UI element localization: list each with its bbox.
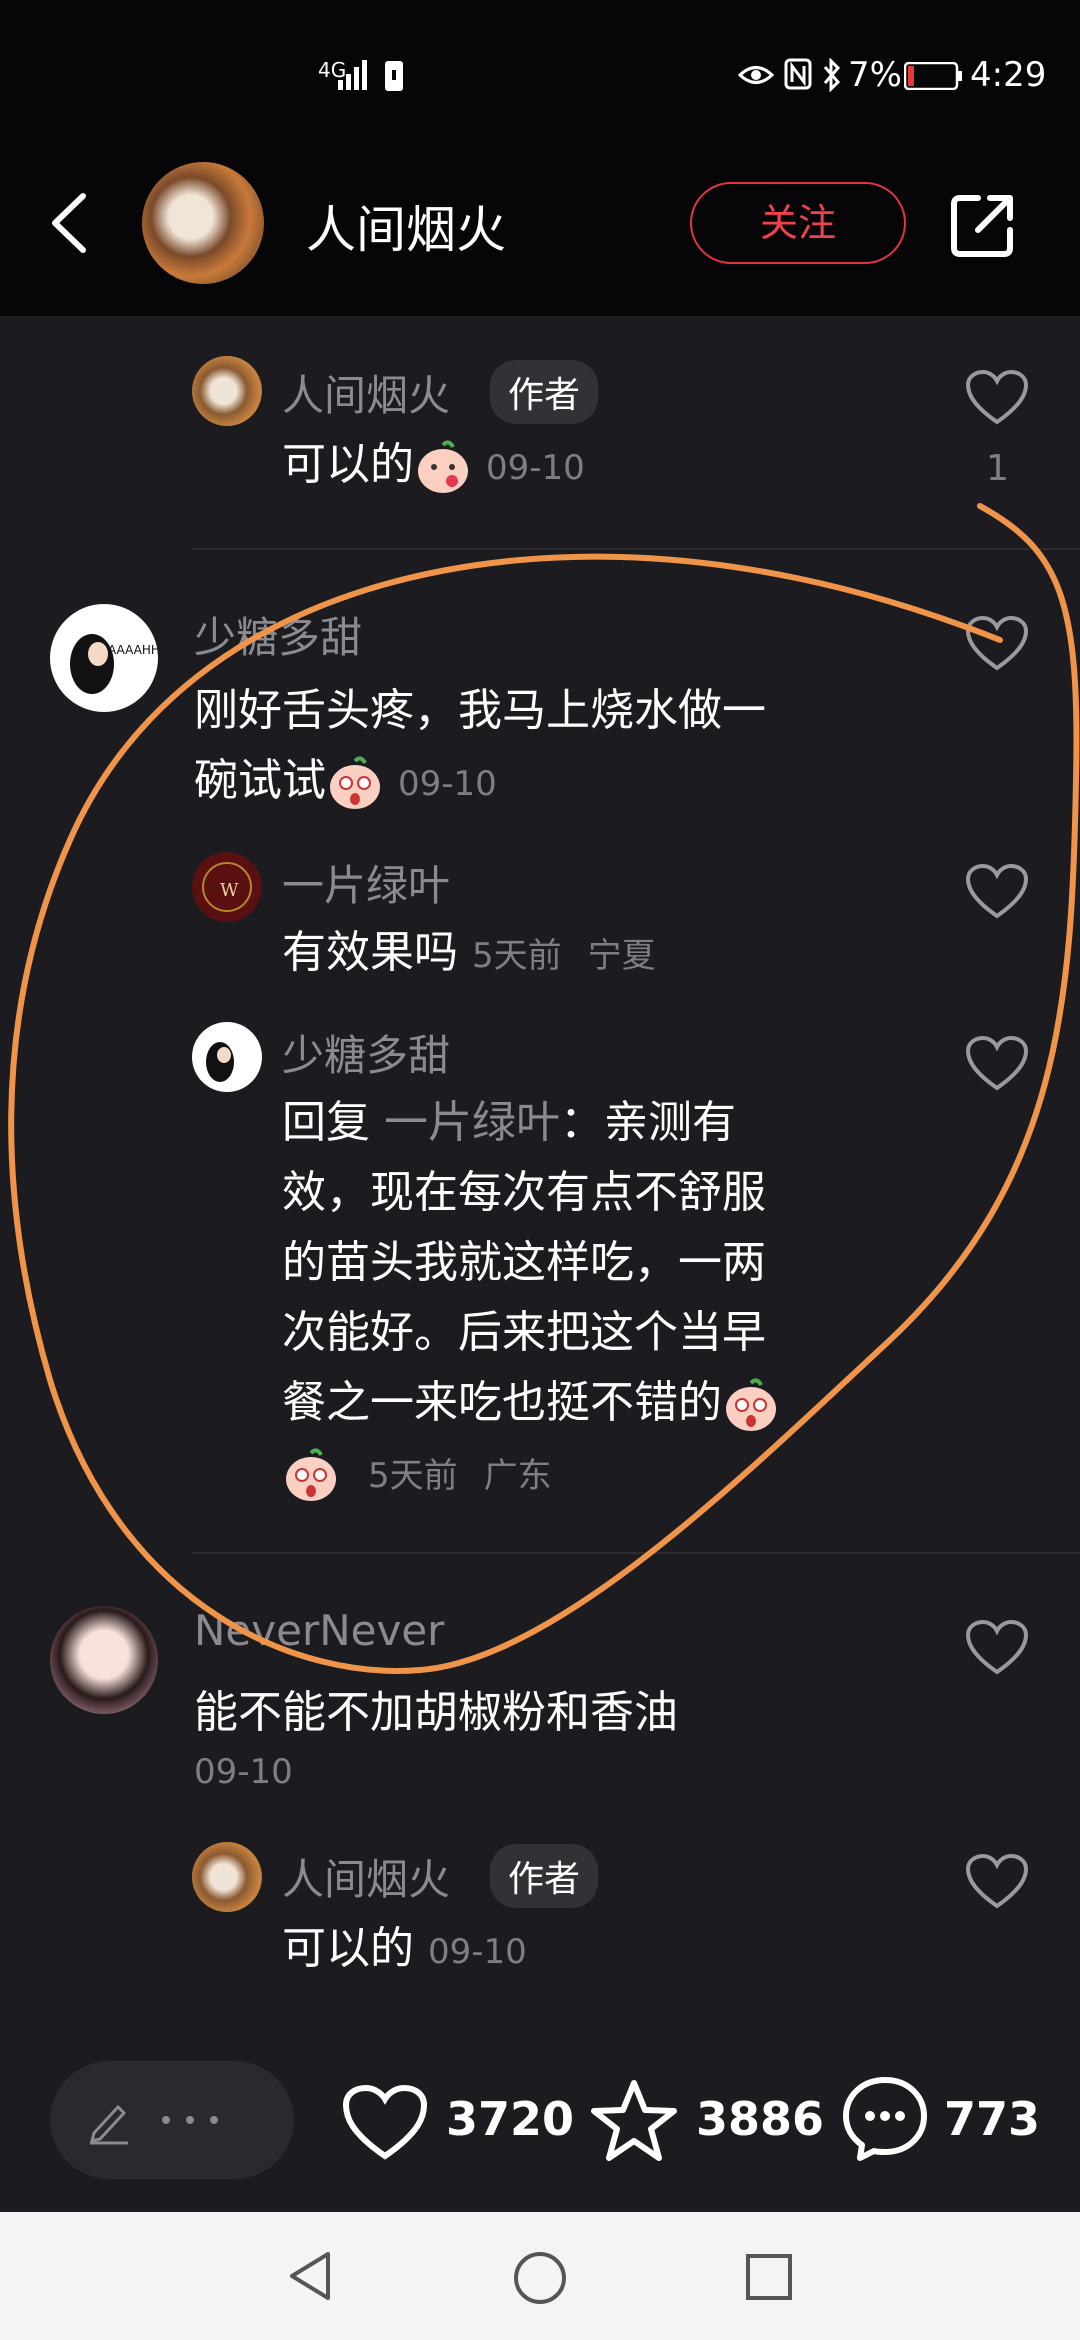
comment-date: 09-10 [194,1752,293,1792]
like-heart-icon[interactable] [966,1854,1028,1910]
author-badge: 作者 [490,360,599,424]
avatar[interactable] [192,1842,262,1912]
comment-bubble-icon[interactable] [840,2074,930,2164]
star-count: 3886 [696,2092,825,2146]
status-bar: 4G 7% 4:29 [0,0,1080,150]
annotation-circle [8,503,1080,1674]
comment-date: 09-10 [428,1932,527,1972]
commenter-name[interactable]: 人间烟火 [282,1846,450,1907]
like-heart-icon[interactable] [966,370,1028,426]
back-arrow-icon[interactable] [45,190,91,256]
author-badge: 作者 [490,1844,599,1908]
follow-button[interactable]: 关注 [690,182,906,264]
nav-home-icon[interactable] [512,2250,568,2306]
commenter-name[interactable]: 人间烟火 [282,362,450,423]
author-name[interactable]: 人间烟火 [306,190,506,262]
author-avatar[interactable] [142,162,264,284]
nfc-icon [784,58,812,90]
signal-icon [338,60,367,90]
comment-text: 可以的 09-10 [282,1923,527,1974]
nav-recents-icon[interactable] [744,2252,794,2302]
avatar[interactable] [192,356,262,426]
star-icon[interactable] [590,2078,678,2164]
battery-icon [904,62,962,90]
more-dots-icon [162,2116,218,2124]
sim-icon [385,61,403,91]
battery-percent: 7% [848,55,902,95]
like-icon[interactable] [342,2084,428,2162]
bluetooth-icon [823,58,841,92]
comment-count: 773 [944,2092,1041,2146]
like-count: 3720 [446,2092,575,2146]
eye-icon [738,66,774,84]
comment-input[interactable] [50,2061,294,2179]
clock: 4:29 [970,55,1047,95]
share-icon[interactable] [948,190,1018,260]
pencil-icon [89,2104,128,2145]
nav-back-icon[interactable] [284,2248,334,2304]
